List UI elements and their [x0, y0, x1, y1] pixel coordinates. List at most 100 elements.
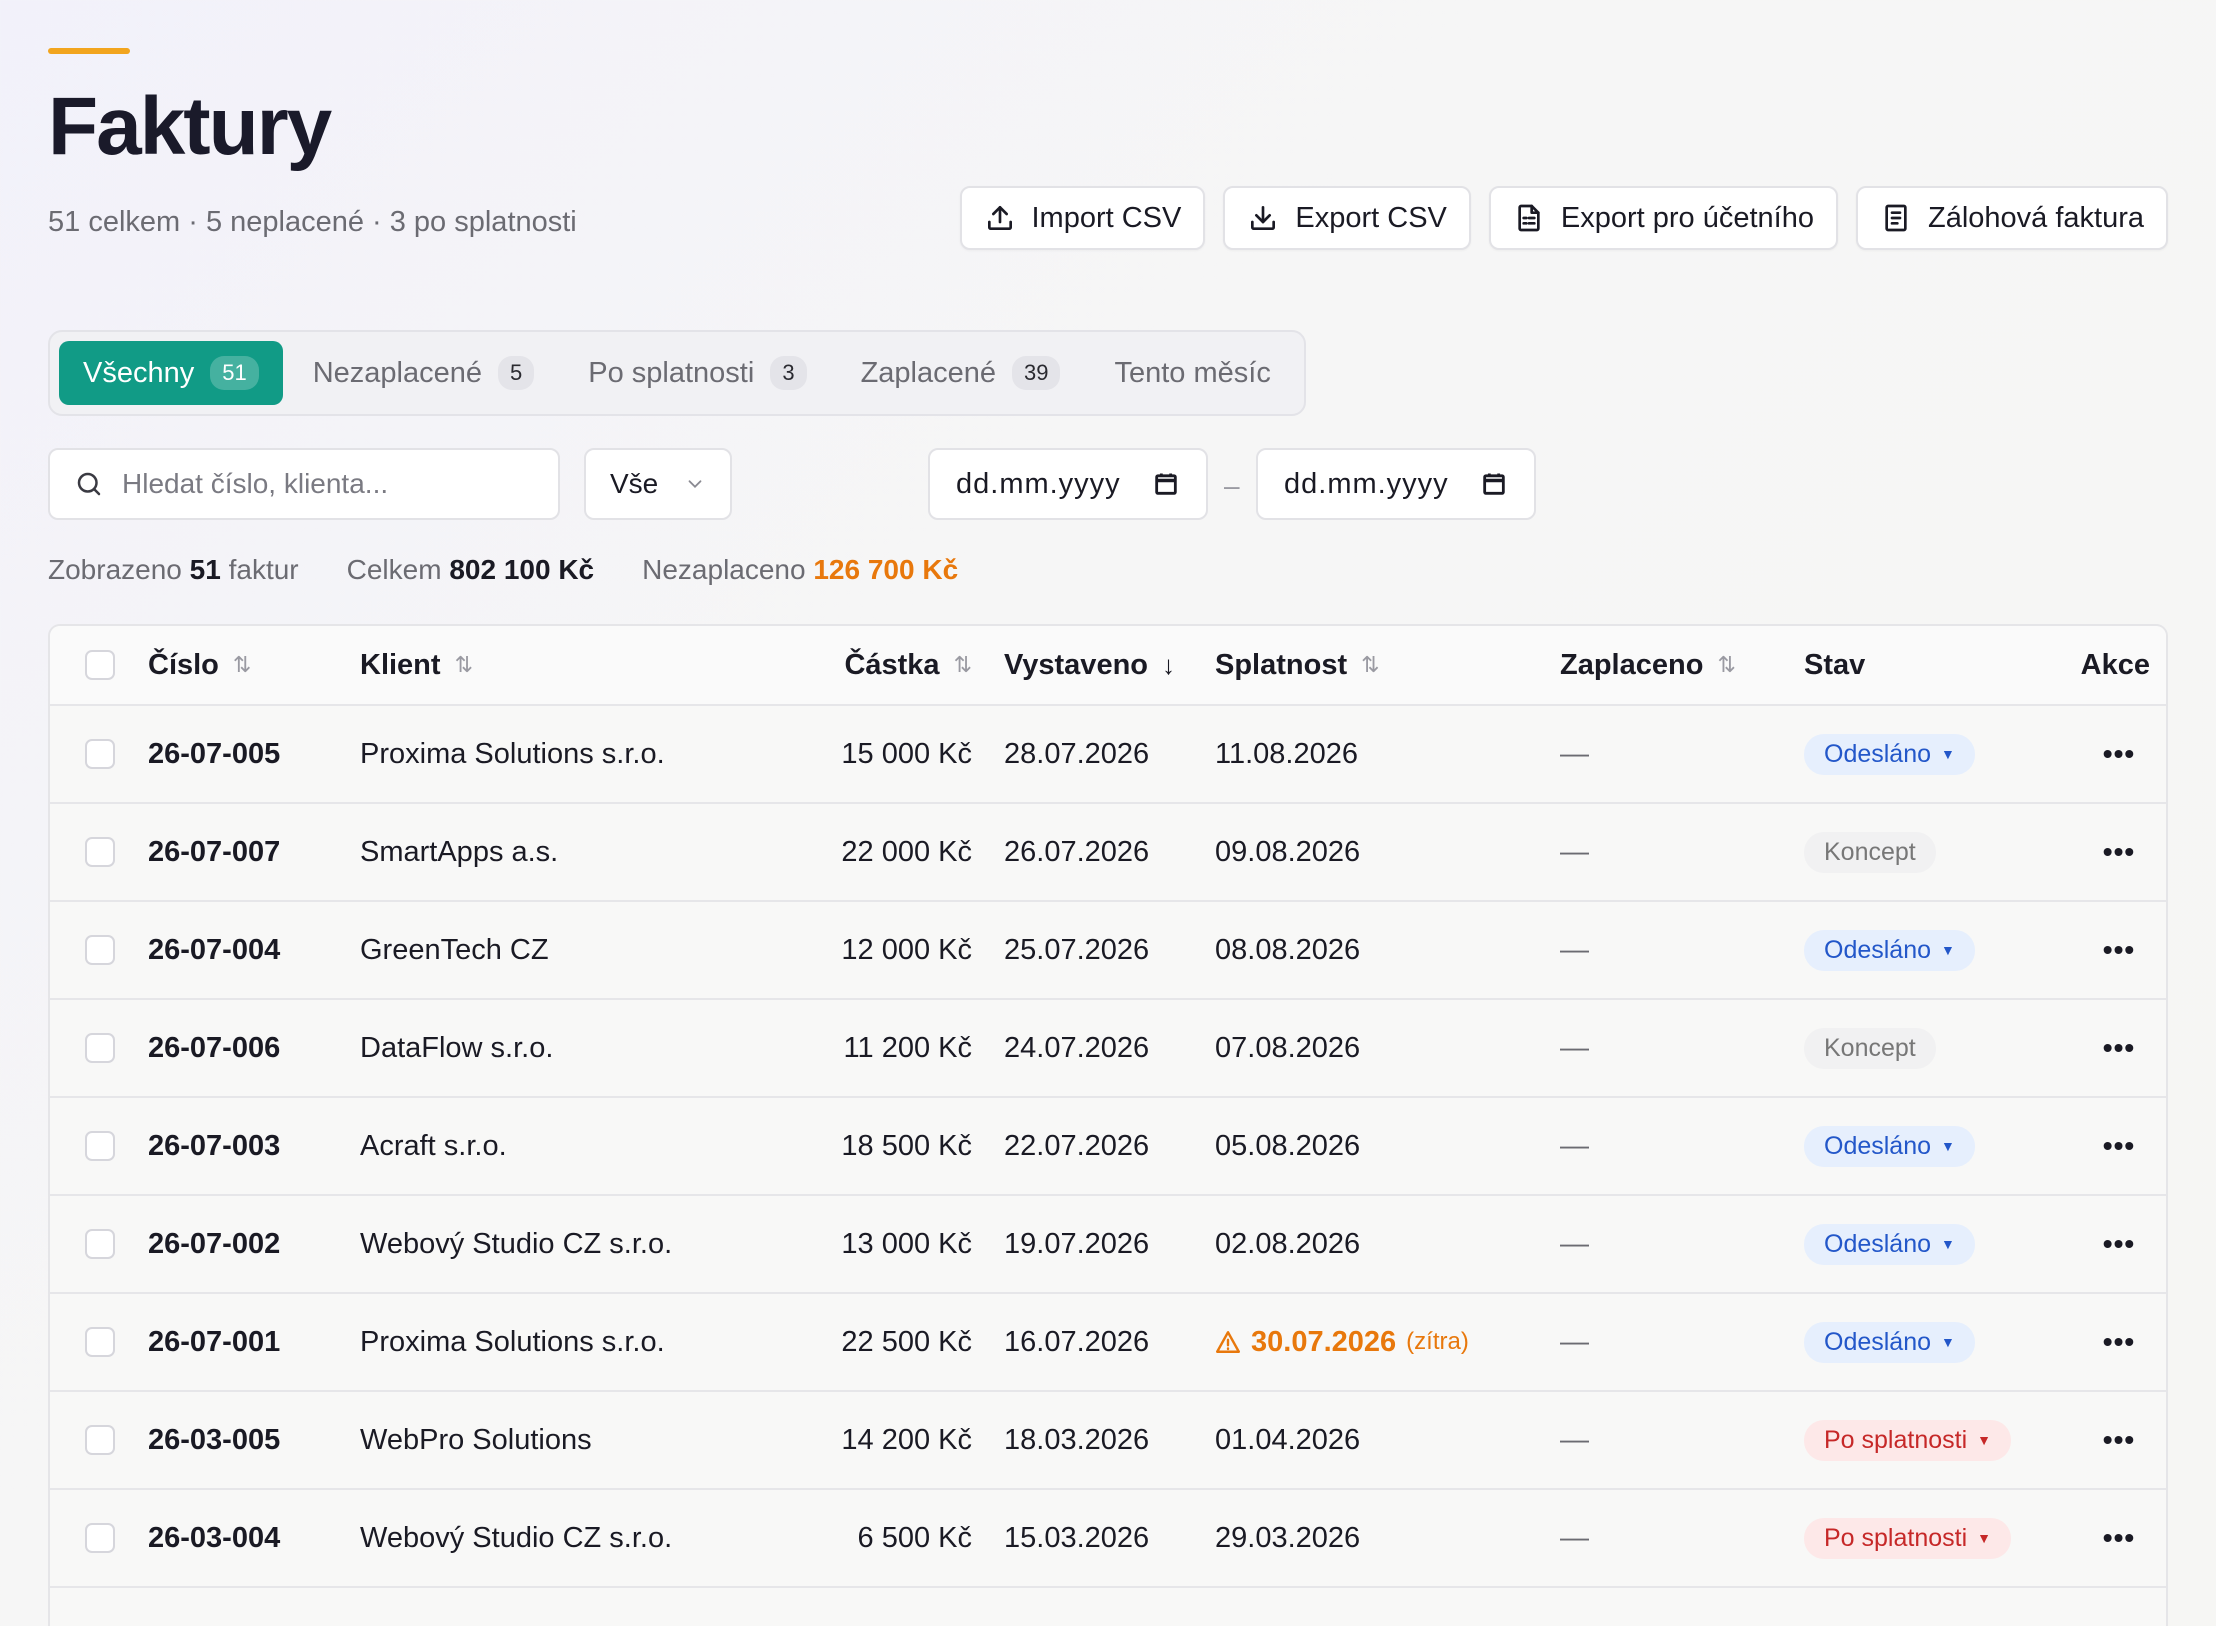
- more-actions-icon[interactable]: •••: [2103, 934, 2135, 966]
- table-row[interactable]: 26-07-004 GreenTech CZ 12 000 Kč 25.07.2…: [50, 902, 2166, 1000]
- sort-icon: ⇅: [232, 652, 252, 677]
- more-actions-icon[interactable]: •••: [2103, 1228, 2135, 1260]
- status-badge[interactable]: Koncept: [1804, 831, 1936, 873]
- status-badge[interactable]: Koncept: [1804, 1027, 1936, 1069]
- status-badge[interactable]: Po splatnosti ▼: [1804, 1517, 2011, 1559]
- column-paid[interactable]: Zaplaceno ⇅: [1560, 649, 1804, 682]
- row-checkbox[interactable]: [85, 837, 115, 867]
- invoice-number[interactable]: 26-07-002: [148, 1228, 360, 1261]
- client-name: WebPro Solutions: [360, 1423, 592, 1456]
- actions-cell: •••: [2074, 1424, 2164, 1456]
- spreadsheet-file-icon: [1518, 204, 1540, 232]
- due-cell: 29.03.2026: [1215, 1522, 1560, 1555]
- row-checkbox[interactable]: [85, 1229, 115, 1259]
- due-cell: 01.04.2026: [1215, 1424, 1560, 1457]
- status-label: Po splatnosti: [1824, 1523, 1968, 1552]
- due-date: 08.08.2026: [1215, 933, 1361, 966]
- due-cell: 02.08.2026: [1215, 1228, 1560, 1261]
- table-row[interactable]: 26-07-003 Acraft s.r.o. 18 500 Kč 22.07.…: [50, 1098, 2166, 1196]
- calendar-icon[interactable]: [1152, 470, 1180, 498]
- select-all-checkbox[interactable]: [85, 650, 115, 680]
- table-row[interactable]: 26-07-001 Proxima Solutions s.r.o. 22 50…: [50, 1294, 2166, 1392]
- column-due[interactable]: Splatnost ⇅: [1215, 649, 1560, 682]
- more-actions-icon[interactable]: •••: [2103, 836, 2135, 868]
- tab-paid[interactable]: Zaplacené 39: [837, 341, 1085, 405]
- status-select[interactable]: Vše: [584, 448, 732, 520]
- tab-overdue[interactable]: Po splatnosti 3: [564, 341, 830, 405]
- table-row[interactable]: 26-07-005 Proxima Solutions s.r.o. 15 00…: [50, 706, 2166, 804]
- export-accountant-button[interactable]: Export pro účetního: [1488, 186, 1838, 250]
- more-actions-icon[interactable]: •••: [2103, 1326, 2135, 1358]
- more-actions-icon[interactable]: •••: [2103, 1130, 2135, 1162]
- invoice-number[interactable]: 26-07-005: [148, 738, 360, 771]
- issued-date: 22.07.2026: [1004, 1129, 1150, 1162]
- caret-down-icon: ▼: [1941, 1334, 1955, 1350]
- column-number[interactable]: Číslo ⇅: [148, 649, 360, 682]
- invoice-amount: 22 000 Kč: [841, 835, 972, 868]
- table-row[interactable]: 26-03-005 WebPro Solutions 14 200 Kč 18.…: [50, 1392, 2166, 1490]
- filter-tabs: Všechny 51 Nezaplacené 5 Po splatnosti 3…: [48, 330, 1306, 416]
- search-input[interactable]: [122, 468, 522, 500]
- invoice-number[interactable]: 26-07-006: [148, 1032, 360, 1065]
- client-name: GreenTech CZ: [360, 933, 549, 966]
- due-cell: 30.07.2026 (zítra): [1215, 1326, 1560, 1359]
- invoice-amount: 18 500 Kč: [841, 1129, 972, 1162]
- date-from-placeholder: dd.mm.yyyy: [956, 467, 1121, 500]
- status-badge[interactable]: Odesláno ▼: [1804, 733, 1975, 775]
- page-subtitle: 51 celkem · 5 neplacené · 3 po splatnost…: [48, 206, 577, 238]
- status-badge[interactable]: Odesláno ▼: [1804, 1125, 1975, 1167]
- row-checkbox[interactable]: [85, 739, 115, 769]
- table-row[interactable]: 26-03-004 Webový Studio CZ s.r.o. 6 500 …: [50, 1490, 2166, 1588]
- row-checkbox[interactable]: [85, 1131, 115, 1161]
- more-actions-icon[interactable]: •••: [2103, 1032, 2135, 1064]
- due-cell: 08.08.2026: [1215, 934, 1560, 967]
- row-checkbox-cell: [50, 1229, 148, 1259]
- header-actions: Import CSV Export CSV Export pro účetníh…: [959, 186, 2168, 250]
- advance-invoice-button[interactable]: Zálohová faktura: [1855, 186, 2168, 250]
- calendar-icon[interactable]: [1480, 470, 1508, 498]
- status-badge[interactable]: Odesláno ▼: [1804, 1223, 1975, 1265]
- tab-this-month[interactable]: Tento měsíc: [1090, 341, 1294, 405]
- caret-down-icon: ▼: [1941, 1236, 1955, 1252]
- issued-date: 19.07.2026: [1004, 1227, 1150, 1260]
- table-row[interactable]: 26-07-006 DataFlow s.r.o. 11 200 Kč 24.0…: [50, 1000, 2166, 1098]
- advance-invoice-label: Zálohová faktura: [1927, 201, 2144, 234]
- table-row[interactable]: 26-07-007 SmartApps a.s. 22 000 Kč 26.07…: [50, 804, 2166, 902]
- invoice-number[interactable]: 26-03-004: [148, 1522, 360, 1555]
- status-badge[interactable]: Odesláno ▼: [1804, 1321, 1975, 1363]
- column-client[interactable]: Klient ⇅: [360, 649, 772, 682]
- status-badge[interactable]: Po splatnosti ▼: [1804, 1419, 2011, 1461]
- more-actions-icon[interactable]: •••: [2103, 1522, 2135, 1554]
- row-checkbox[interactable]: [85, 1425, 115, 1455]
- row-checkbox[interactable]: [85, 1327, 115, 1357]
- date-from-input[interactable]: dd.mm.yyyy: [928, 448, 1208, 520]
- caret-down-icon: ▼: [1977, 1432, 1991, 1448]
- tab-all[interactable]: Všechny 51: [59, 341, 283, 405]
- paid-date: —: [1560, 836, 1804, 869]
- invoice-number[interactable]: 26-07-003: [148, 1130, 360, 1163]
- date-to-input[interactable]: dd.mm.yyyy: [1256, 448, 1536, 520]
- more-actions-icon[interactable]: •••: [2103, 738, 2135, 770]
- sort-icon: ⇅: [454, 652, 473, 677]
- invoice-number[interactable]: 26-07-001: [148, 1326, 360, 1359]
- import-csv-button[interactable]: Import CSV: [959, 186, 1206, 250]
- status-badge[interactable]: Odesláno ▼: [1804, 929, 1975, 971]
- row-checkbox[interactable]: [85, 935, 115, 965]
- row-checkbox[interactable]: [85, 1523, 115, 1553]
- tab-unpaid[interactable]: Nezaplacené 5: [289, 341, 559, 405]
- download-icon: [1251, 206, 1276, 230]
- status-cell: Po splatnosti ▼: [1804, 1419, 2074, 1461]
- more-actions-icon[interactable]: •••: [2103, 1424, 2135, 1456]
- invoice-number[interactable]: 26-03-005: [148, 1424, 360, 1457]
- warning-icon: [1215, 1331, 1241, 1353]
- column-issued[interactable]: Vystaveno ↓: [972, 649, 1215, 682]
- export-csv-button[interactable]: Export CSV: [1223, 186, 1471, 250]
- invoice-number[interactable]: 26-07-007: [148, 836, 360, 869]
- row-checkbox[interactable]: [85, 1033, 115, 1063]
- column-amount[interactable]: Částka ⇅: [772, 649, 972, 682]
- status-label: Odesláno: [1824, 935, 1932, 964]
- table-row[interactable]: 26-07-002 Webový Studio CZ s.r.o. 13 000…: [50, 1196, 2166, 1294]
- tab-count-badge: 39: [1012, 356, 1061, 390]
- column-label: Částka: [844, 648, 940, 681]
- invoice-number[interactable]: 26-07-004: [148, 934, 360, 967]
